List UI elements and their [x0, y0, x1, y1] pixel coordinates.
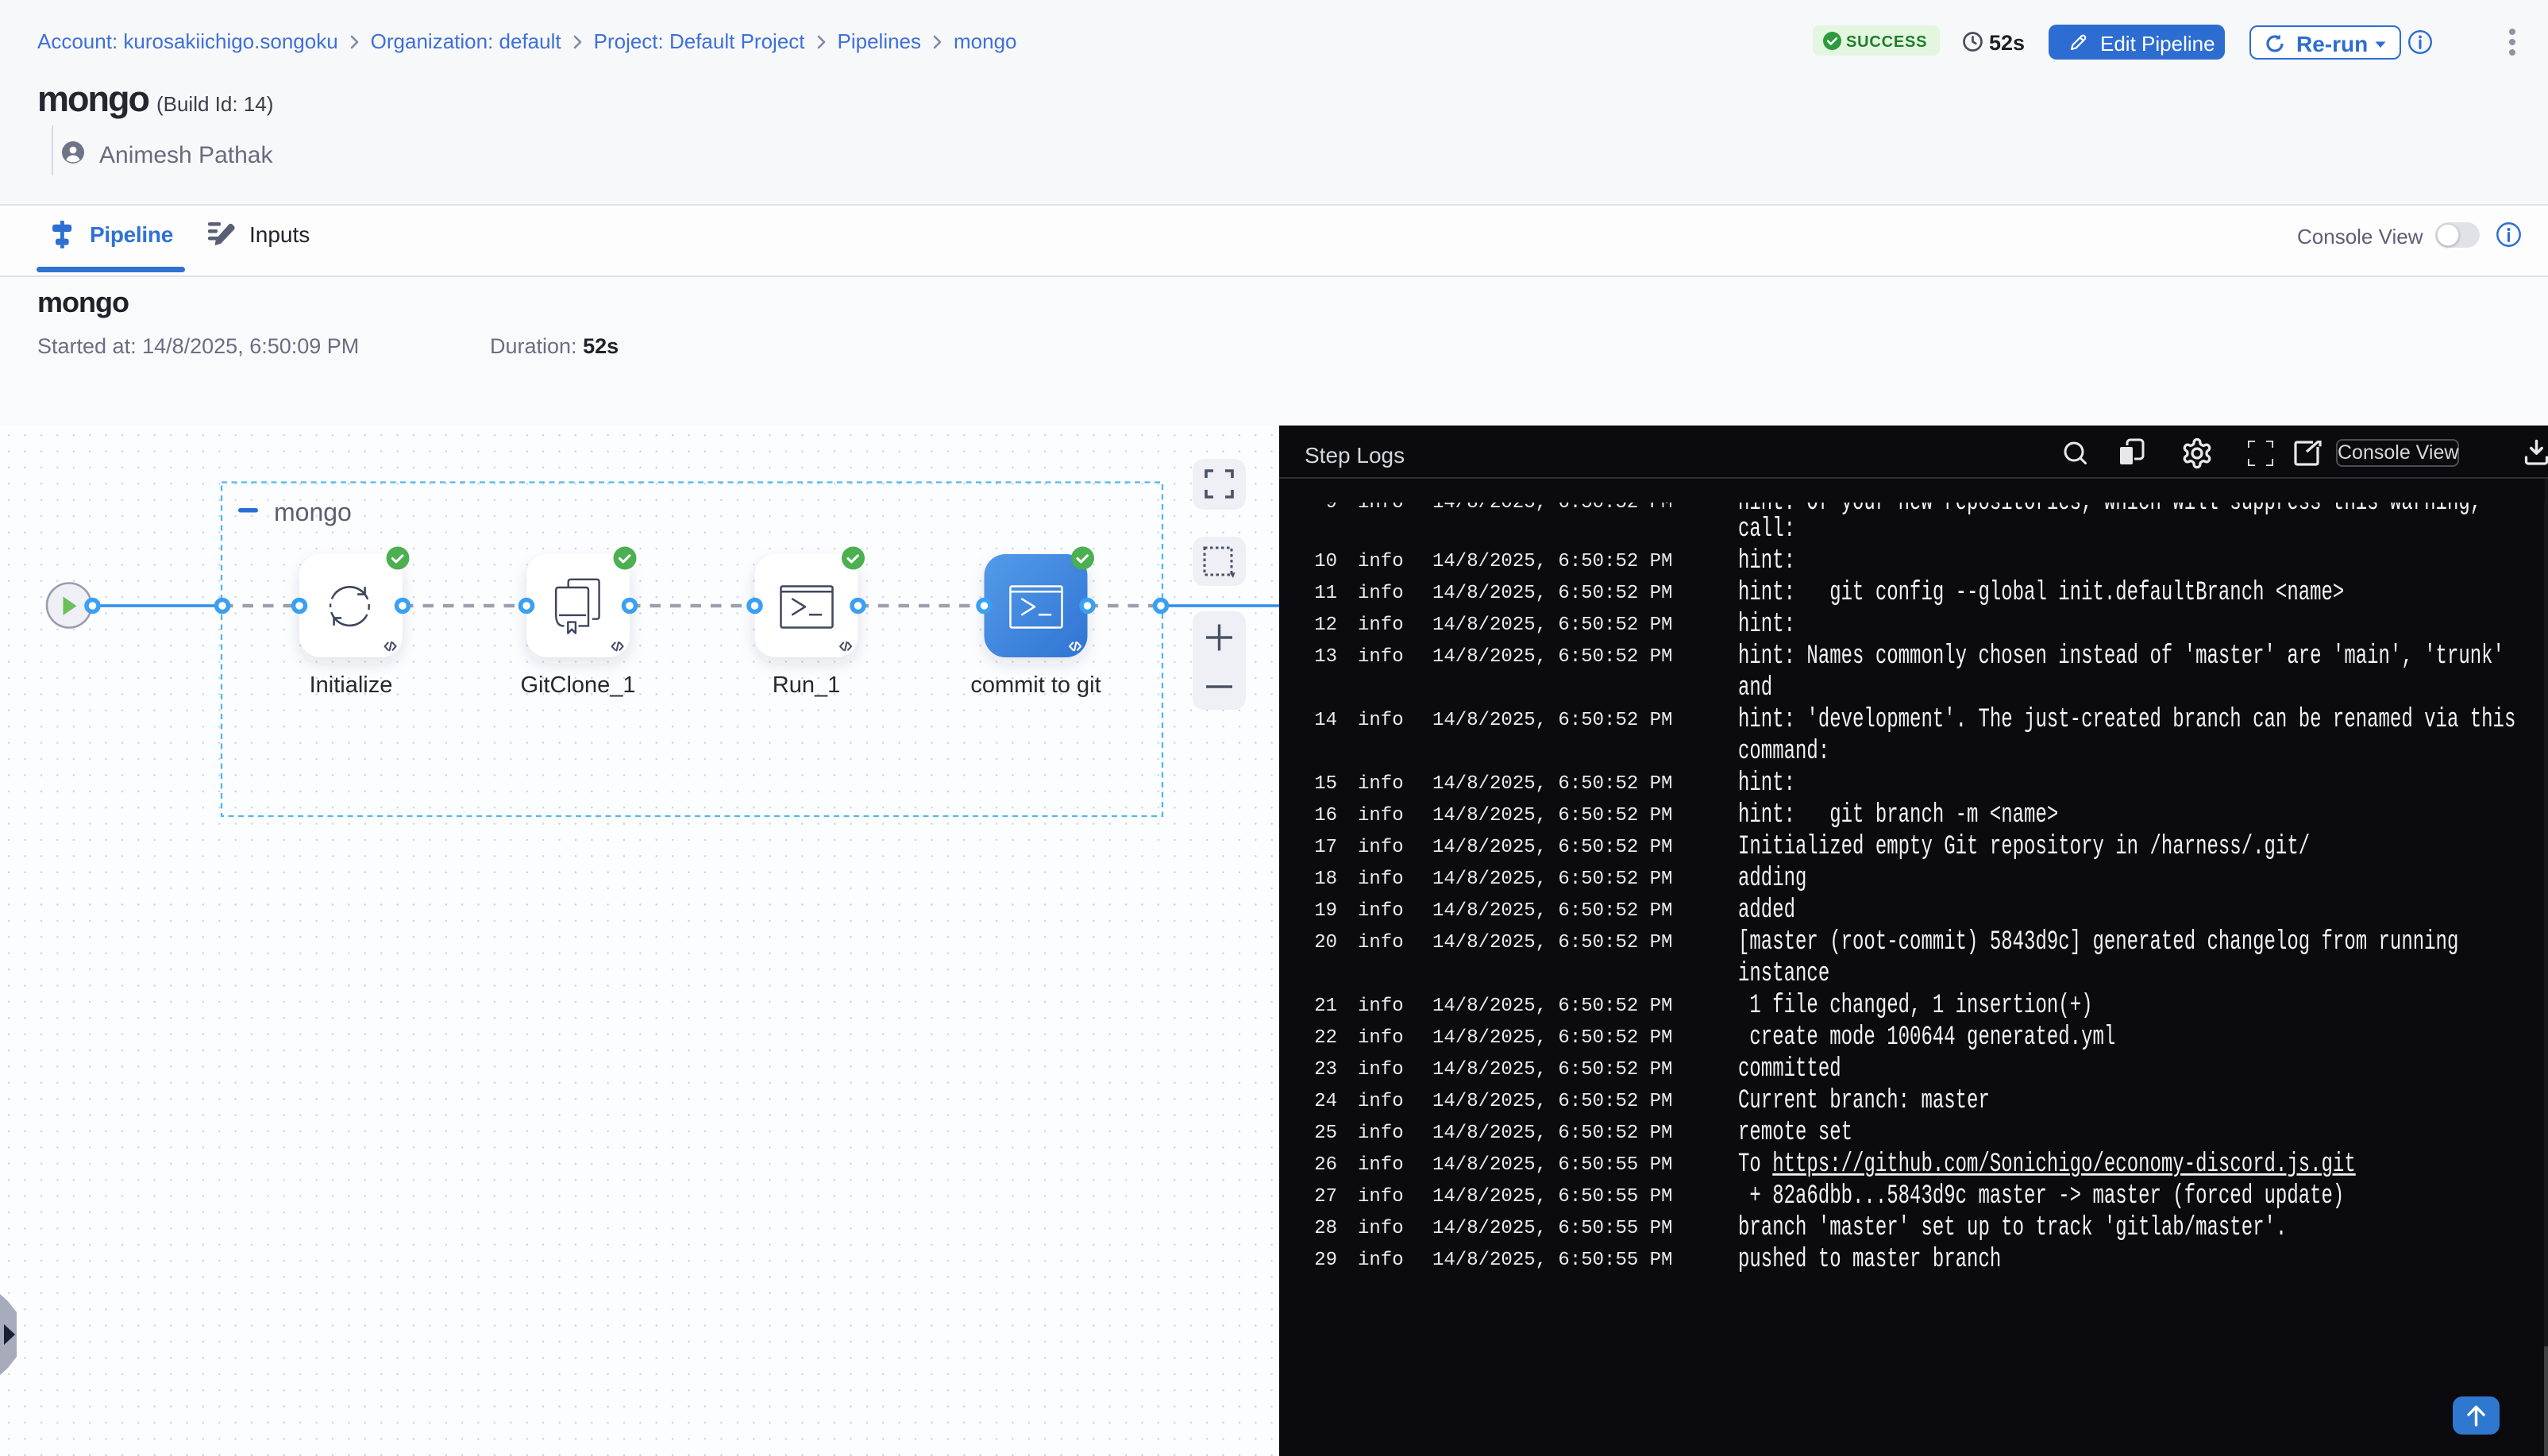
svg-text:GitClone_1: GitClone_1: [520, 672, 635, 698]
svg-text:mongo: mongo: [274, 498, 352, 526]
svg-text:commit to git: commit to git: [970, 672, 1101, 698]
svg-text:Initialize: Initialize: [310, 672, 393, 698]
svg-text:Run_1: Run_1: [773, 672, 840, 698]
